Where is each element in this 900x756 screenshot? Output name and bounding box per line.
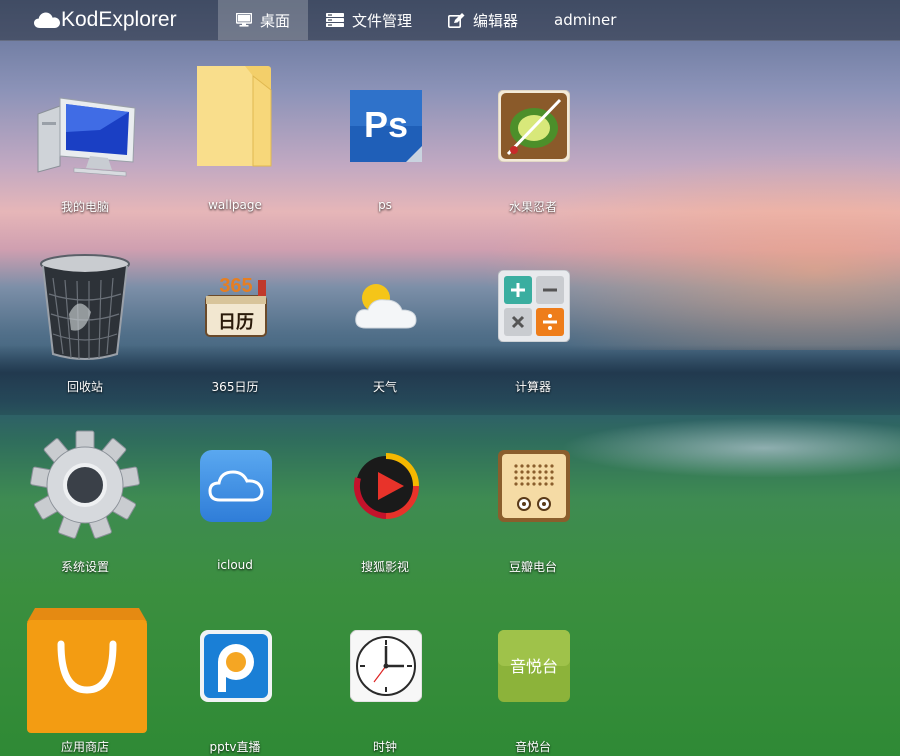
desktop-app-label: 音悦台 [514, 740, 551, 754]
weather-icon [355, 284, 417, 329]
desktop-app-pptv[interactable]: pptv直播 [165, 590, 305, 754]
desktop-icon [236, 13, 252, 27]
desktop-app-label: 水果忍者 [508, 200, 557, 214]
photoshop-icon: Ps [350, 90, 422, 162]
clock-icon [350, 630, 422, 702]
desktop-app-calculator[interactable]: 计算器 [463, 230, 603, 394]
logo-text: KodExplorer [61, 8, 177, 31]
nav-item-label: adminer [554, 11, 617, 29]
nav-item-file-manager[interactable]: 文件管理 [308, 0, 430, 40]
nav-item-label: 文件管理 [352, 11, 413, 30]
desktop-app-my-computer[interactable]: 我的电脑 [15, 50, 155, 214]
desktop-app-app-store[interactable]: 应用商店 [15, 590, 155, 754]
desktop-app-recycle-bin[interactable]: 回收站 [15, 230, 155, 394]
desktop-app-label: 搜狐影视 [360, 560, 409, 574]
desktop-app-sohu-video[interactable]: 搜狐影视 [315, 410, 455, 574]
desktop-app-label: 回收站 [66, 380, 103, 394]
desktop-area: 我的电脑 wallpage Ps ps 水果忍者 回收站 365 日历 365日… [0, 0, 900, 756]
icloud-icon [200, 450, 272, 522]
desktop-app-fruit-ninja[interactable]: 水果忍者 [463, 50, 603, 214]
yinyuetai-text: 音悦台 [510, 657, 558, 676]
desktop-app-label: 我的电脑 [60, 200, 109, 214]
calculator-icon [498, 270, 570, 342]
desktop-app-label: 豆瓣电台 [508, 560, 557, 574]
desktop-app-label: 时钟 [372, 740, 397, 754]
nav-item-label: 桌面 [260, 11, 291, 30]
ps-badge-text: Ps [364, 104, 408, 145]
computer-icon [37, 97, 136, 177]
desktop-app-label: 系统设置 [60, 560, 109, 574]
nav-item-desktop[interactable]: 桌面 [218, 0, 309, 40]
fruit-ninja-icon [498, 90, 570, 162]
yinyuetai-icon: 音悦台 [498, 630, 570, 702]
desktop-app-label: 天气 [372, 380, 397, 394]
calendar-365-icon: 365 日历 [205, 275, 267, 337]
desktop-app-label: icloud [217, 558, 253, 572]
desktop-app-label: 应用商店 [60, 740, 109, 754]
desktop-app-yinyuetai[interactable]: 音悦台 音悦台 [463, 590, 603, 754]
desktop-app-label: pptv直播 [209, 740, 261, 754]
editor-icon [448, 12, 465, 28]
desktop-app-label: wallpage [208, 198, 262, 212]
app-store-bag-icon [27, 608, 147, 733]
sohu-video-icon [353, 453, 419, 519]
nav-item-editor[interactable]: 编辑器 [430, 0, 536, 40]
file-manager-icon [326, 13, 345, 27]
desktop-app-label: 365日历 [211, 380, 259, 394]
desktop-app-clock[interactable]: 时钟 [315, 590, 455, 754]
desktop-app-wallpage[interactable]: wallpage [165, 50, 305, 212]
top-navigation-bar: KodExplorer 桌面 文件管理 编辑器 adminer [0, 0, 900, 41]
desktop-app-365-calendar[interactable]: 365 日历 365日历 [165, 230, 305, 394]
desktop-app-douban-radio[interactable]: 豆瓣电台 [463, 410, 603, 574]
desktop-app-weather[interactable]: 天气 [315, 230, 455, 394]
calendar-number: 365 [219, 275, 252, 297]
nav-item-adminer[interactable]: adminer [536, 0, 634, 40]
pptv-icon [200, 630, 272, 702]
kodexplorer-logo[interactable]: KodExplorer [34, 0, 177, 40]
main-nav: 桌面 文件管理 编辑器 adminer [218, 0, 634, 40]
recycle-bin-icon [40, 254, 130, 360]
calendar-text: 日历 [218, 312, 254, 333]
desktop-app-label: 计算器 [514, 380, 551, 394]
gear-icon [30, 430, 140, 539]
douban-radio-icon [498, 450, 570, 522]
desktop-app-system-settings[interactable]: 系统设置 [15, 410, 155, 574]
cloud-logo-icon [34, 12, 60, 28]
desktop-app-icloud[interactable]: icloud [165, 410, 305, 572]
folder-icon [197, 66, 272, 167]
desktop-app-label: ps [378, 198, 392, 212]
nav-item-label: 编辑器 [473, 11, 519, 30]
desktop-app-ps[interactable]: Ps ps [315, 50, 455, 212]
